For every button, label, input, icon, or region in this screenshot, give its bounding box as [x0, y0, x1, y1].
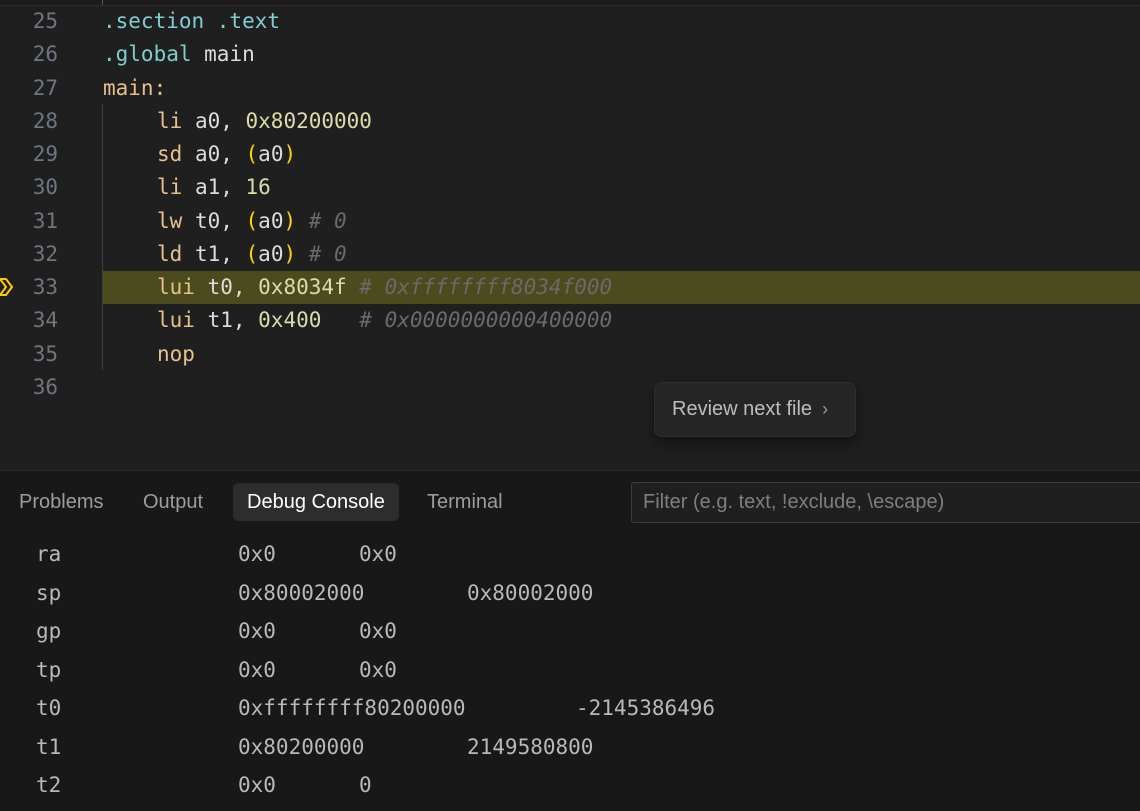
register-value: -2145386496 — [576, 696, 716, 720]
code-line[interactable]: 35 nop — [0, 338, 1140, 371]
line-number: 26 — [32, 42, 58, 66]
code-line-current[interactable]: 33 lui t0, 0x8034f # 0xffffffff8034f000 — [0, 271, 1140, 304]
code-text: sd a0, (a0) — [157, 142, 297, 166]
code-line[interactable]: 26 .global main — [0, 38, 1140, 71]
register-row: sp 0x80002000 0x80002000 — [0, 574, 1140, 612]
register-row: t0 0xffffffff80200000 -2145386496 — [0, 689, 1140, 727]
code-line[interactable]: 36 — [0, 371, 1140, 404]
line-number: 25 — [32, 9, 58, 33]
code-text: li a0, 0x80200000 — [157, 109, 372, 133]
code-editor[interactable]: 25 .section .text 26 .global main 27 mai… — [0, 0, 1140, 470]
code-line[interactable]: 34 lui t1, 0x400 # 0x0000000000400000 — [0, 304, 1140, 337]
line-number: 30 — [32, 175, 58, 199]
tab-terminal[interactable]: Terminal — [427, 483, 503, 521]
code-text: main: — [103, 76, 167, 100]
code-line[interactable]: 31 lw t0, (a0) # 0 — [0, 205, 1140, 238]
line-number: 33 — [32, 275, 58, 299]
register-hex: 0xffffffff80200000 — [238, 696, 466, 720]
review-next-file-label: Review next file — [672, 398, 813, 420]
register-hex: 0x0 — [238, 542, 276, 566]
review-next-file-button[interactable]: Review next file › — [654, 382, 856, 437]
register-value: 0x0 — [359, 542, 397, 566]
register-name: ra — [36, 542, 62, 566]
code-line[interactable]: 29 sd a0, (a0) — [0, 138, 1140, 171]
register-row: gp 0x0 0x0 — [0, 612, 1140, 650]
register-value: 0x0 — [359, 658, 397, 682]
register-value: 2149580800 — [467, 735, 594, 759]
register-row: tp 0x0 0x0 — [0, 651, 1140, 689]
debug-console-output[interactable]: ra 0x0 0x0 sp 0x80002000 0x80002000 gp 0… — [0, 535, 1140, 811]
tab-output[interactable]: Output — [143, 483, 203, 521]
register-row: ra 0x0 0x0 — [0, 535, 1140, 573]
code-line[interactable]: 28 li a0, 0x80200000 — [0, 105, 1140, 138]
tab-debug-console[interactable]: Debug Console — [233, 483, 399, 521]
code-line[interactable]: 30 li a1, 16 — [0, 171, 1140, 204]
register-value: 0 — [359, 773, 372, 797]
tab-problems[interactable]: Problems — [19, 483, 103, 521]
code-text: lui t1, 0x400 # 0x0000000000400000 — [157, 308, 613, 332]
register-name: t2 — [36, 773, 62, 797]
console-filter-input[interactable] — [631, 482, 1140, 523]
register-hex: 0x0 — [238, 619, 276, 643]
line-number: 32 — [32, 242, 58, 266]
code-line[interactable]: 32 ld t1, (a0) # 0 — [0, 238, 1140, 271]
code-line[interactable]: 25 .section .text — [0, 5, 1140, 38]
register-name: gp — [36, 619, 62, 643]
register-hex: 0x80002000 — [238, 581, 365, 605]
code-text: .global main — [103, 42, 255, 66]
code-text: lw t0, (a0) # 0 — [157, 209, 347, 233]
code-text: nop — [157, 342, 195, 366]
register-hex: 0x0 — [238, 658, 276, 682]
line-number: 27 — [32, 76, 58, 100]
register-value: 0x80002000 — [467, 581, 594, 605]
line-number: 36 — [32, 375, 58, 399]
register-name: tp — [36, 658, 62, 682]
panel-tabs: Problems Output Debug Console Terminal — [0, 471, 1140, 535]
line-number: 34 — [32, 308, 58, 332]
chevron-right-icon: › — [822, 399, 829, 419]
code-text: li a1, 16 — [157, 175, 271, 199]
register-value: 0x0 — [359, 619, 397, 643]
register-row: t2 0x0 0 — [0, 766, 1140, 804]
register-row: t1 0x80200000 2149580800 — [0, 728, 1140, 766]
register-name: t1 — [36, 735, 62, 759]
bottom-panel: Problems Output Debug Console Terminal r… — [0, 470, 1140, 811]
code-text: lui t0, 0x8034f # 0xffffffff8034f000 — [157, 275, 613, 299]
register-hex: 0x80200000 — [238, 735, 365, 759]
code-text: ld t1, (a0) # 0 — [157, 242, 347, 266]
line-number: 28 — [32, 109, 58, 133]
code-text: .section .text — [103, 9, 281, 33]
register-name: t0 — [36, 696, 62, 720]
code-line[interactable]: 27 main: — [0, 72, 1140, 105]
register-hex: 0x0 — [238, 773, 276, 797]
line-number: 29 — [32, 142, 58, 166]
line-number: 35 — [32, 342, 58, 366]
line-number: 31 — [32, 209, 58, 233]
register-name: sp — [36, 581, 62, 605]
